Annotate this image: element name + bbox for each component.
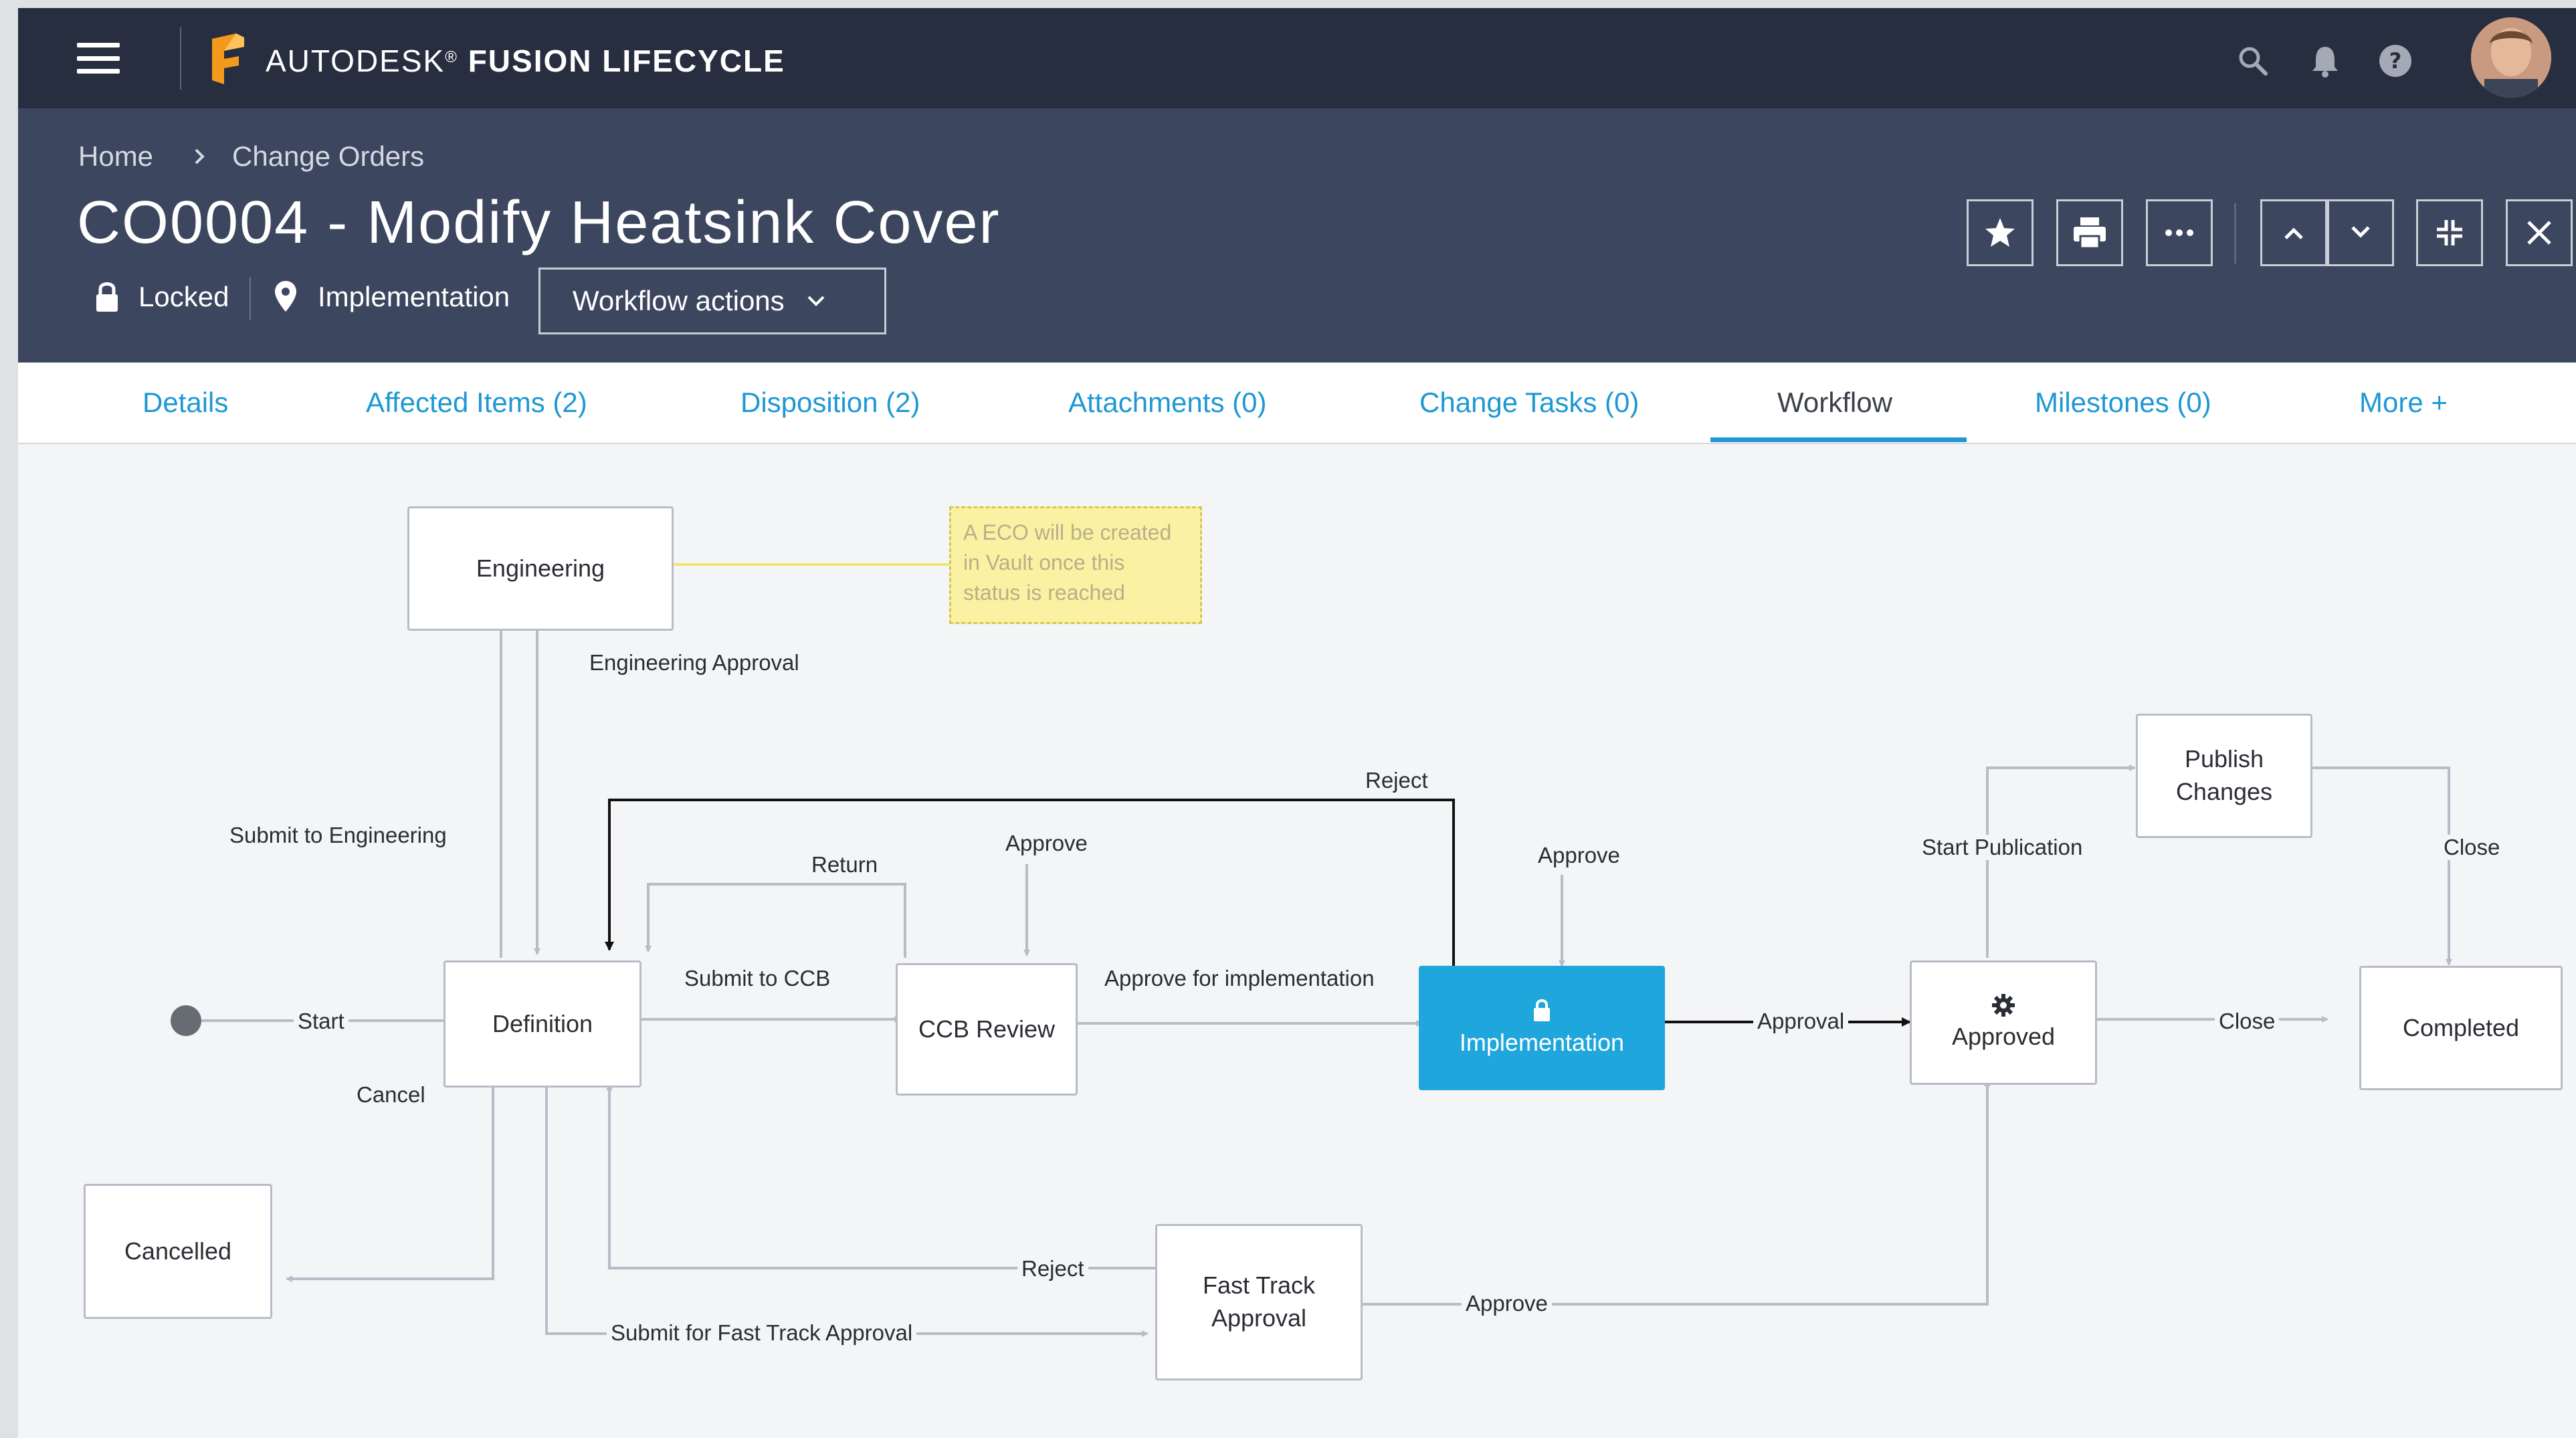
tab-bar: Details Affected Items (2) Disposition (… [18,363,2576,444]
close-icon [2527,221,2551,245]
state-fast-track-approval[interactable]: Fast Track Approval [1155,1224,1363,1380]
svg-text:?: ? [2389,48,2402,74]
location-pin-icon [275,281,296,312]
state-label: Approved [1951,1022,2056,1050]
state-label: Engineering [476,554,605,582]
lock-status: Locked [138,281,229,312]
bell-icon[interactable] [2307,43,2343,79]
transition-approve-ccb[interactable]: Approve [1001,831,1092,856]
lock-icon [96,282,118,312]
user-avatar[interactable] [2471,17,2551,98]
collapse-icon [2437,220,2462,245]
divider [2234,203,2236,264]
state-engineering[interactable]: Engineering [407,506,674,631]
workflow-canvas: Engineering A ECO will be created in Vau… [18,444,2576,1438]
collapse-button[interactable] [2416,199,2483,266]
state-approved[interactable]: Approved [1910,960,2097,1085]
tab-attachments[interactable]: Attachments (0) [1068,387,1266,419]
transition-close-publish[interactable]: Close [2440,835,2504,860]
note-line: status is reached [963,580,1125,605]
favorite-button[interactable] [1967,199,2034,266]
star-icon [1985,218,2015,247]
transition-approve-for-implementation[interactable]: Approve for implementation [1100,966,1379,991]
tab-affected-items[interactable]: Affected Items (2) [366,387,587,419]
more-icon [2165,229,2193,236]
next-record-button[interactable] [2327,199,2394,266]
state-cancelled[interactable]: Cancelled [84,1184,272,1319]
state-note: A ECO will be created in Vault once this… [949,506,1202,624]
menu-icon[interactable] [77,43,120,74]
search-icon[interactable] [2235,43,2271,79]
workflow-actions-dropdown[interactable]: Workflow actions [538,268,886,334]
state-label: Cancelled [124,1237,232,1265]
note-line: in Vault once this [963,550,1125,575]
divider [250,277,251,320]
state-label: Changes [2175,778,2273,805]
breadcrumb-change-orders[interactable]: Change Orders [232,140,424,173]
chevron-right-icon [195,148,205,165]
note-line: A ECO will be created [963,520,1172,544]
transition-start-publication[interactable]: Start Publication [1918,835,2087,860]
workflow-state: Implementation [318,281,510,312]
transition-start[interactable]: Start [294,1009,349,1034]
state-ccb-review[interactable]: CCB Review [896,963,1078,1096]
state-definition[interactable]: Definition [443,960,641,1088]
close-button[interactable] [2506,199,2573,266]
divider [180,27,181,90]
tab-more[interactable]: More + [2359,387,2448,419]
tab-workflow[interactable]: Workflow [1777,387,1892,419]
previous-record-button[interactable] [2260,199,2327,266]
print-icon [2074,217,2106,249]
transition-approval[interactable]: Approval [1753,1009,1849,1034]
tab-details[interactable]: Details [142,387,228,419]
record-header: Home Change Orders CO0004 - Modify Heats… [18,108,2576,363]
top-bar: AUTODESK® FUSION LIFECYCLE ? [18,8,2576,108]
state-label: Approval [1211,1304,1307,1332]
transition-engineering-approval[interactable]: Engineering Approval [585,650,803,676]
tab-change-tasks[interactable]: Change Tasks (0) [1419,387,1639,419]
state-label: Fast Track [1202,1271,1316,1300]
transition-submit-fast-track[interactable]: Submit for Fast Track Approval [607,1320,917,1346]
page-title: CO0004 - Modify Heatsink Cover [77,189,1001,256]
tab-milestones[interactable]: Milestones (0) [2035,387,2211,419]
transition-close[interactable]: Close [2215,1009,2280,1034]
lock-icon [1534,999,1550,1021]
state-label: Completed [2402,1013,2520,1041]
state-publish-changes[interactable]: Publish Changes [2136,714,2312,838]
state-implementation[interactable]: Implementation [1419,966,1665,1090]
fusion-logo [212,33,244,84]
workflow-actions-label: Workflow actions [573,285,785,316]
transition-reject-fast-track[interactable]: Reject [1017,1256,1088,1281]
gear-icon [1992,993,2015,1017]
help-icon[interactable]: ? [2377,43,2413,79]
breadcrumb-home[interactable]: Home [78,140,153,173]
transition-cancel[interactable]: Cancel [353,1082,429,1108]
transition-submit-to-engineering[interactable]: Submit to Engineering [225,823,451,848]
previous-icon [2284,227,2303,239]
brand-name: AUTODESK® FUSION LIFECYCLE [266,43,785,78]
tab-disposition[interactable]: Disposition (2) [740,387,920,419]
state-completed[interactable]: Completed [2359,966,2563,1090]
transition-reject[interactable]: Reject [1361,768,1432,793]
state-label: Implementation [1459,1028,1625,1056]
more-actions-button[interactable] [2146,199,2213,266]
start-point [171,1005,201,1036]
state-label: CCB Review [918,1015,1056,1043]
chevron-down-icon [807,296,825,306]
transition-approve-implementation[interactable]: Approve [1534,843,1624,868]
transition-return[interactable]: Return [807,852,882,878]
next-icon [2351,226,2370,238]
state-label: Definition [492,1009,593,1037]
print-button[interactable] [2056,199,2123,266]
app-window: AUTODESK® FUSION LIFECYCLE ? Home Change… [18,8,2576,1438]
transition-submit-to-ccb[interactable]: Submit to CCB [680,966,835,991]
transition-approve-fast-track[interactable]: Approve [1462,1291,1552,1316]
state-label: Publish [2184,745,2264,773]
active-tab-indicator [1710,437,1967,442]
